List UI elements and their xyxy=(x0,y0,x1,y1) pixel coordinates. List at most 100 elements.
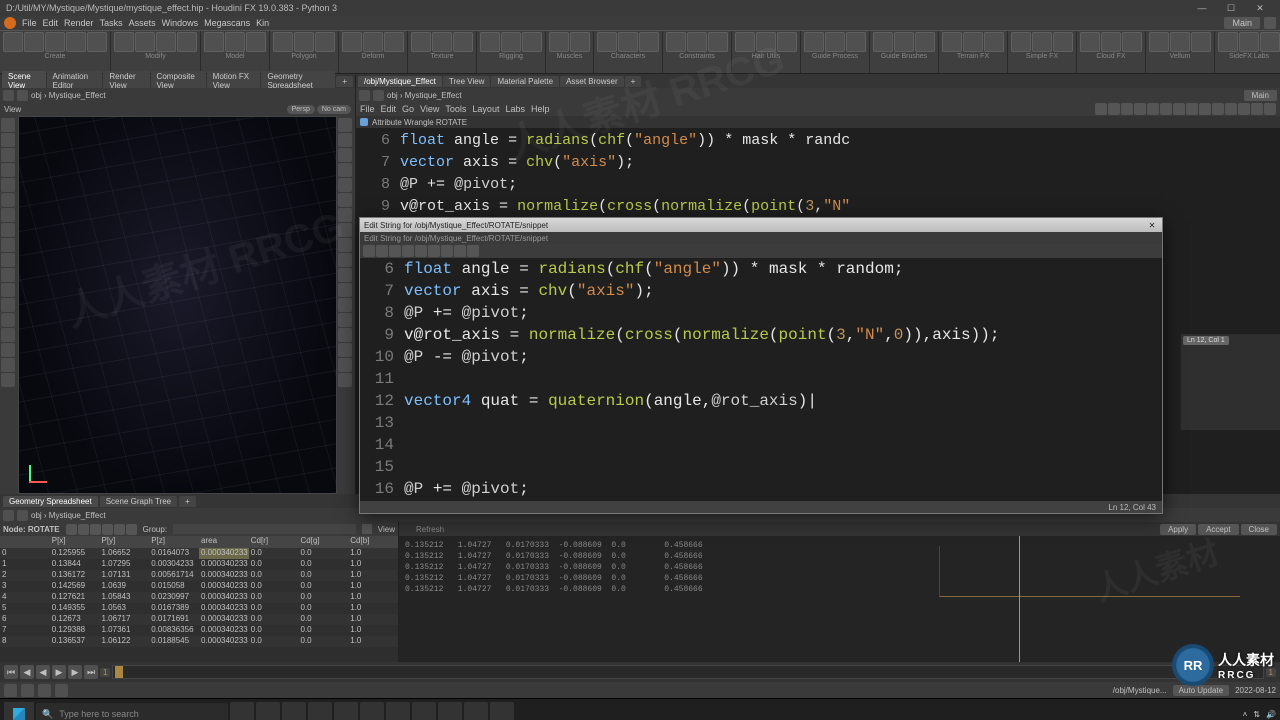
tool-icon[interactable] xyxy=(1,193,15,207)
play-fwd-icon[interactable]: ▶ xyxy=(52,665,66,679)
table-row[interactable]: 40.1276211.058430.02309970.0003402330.00… xyxy=(0,592,398,603)
tool-icon[interactable] xyxy=(338,208,352,222)
accept-button[interactable]: Accept xyxy=(1198,524,1238,535)
editor-tool-icon[interactable] xyxy=(363,245,375,257)
tool-icon[interactable] xyxy=(338,238,352,252)
tool-icon[interactable] xyxy=(338,253,352,267)
view-label[interactable]: View xyxy=(378,525,395,534)
tab--obj-mystique_effect[interactable]: /obj/Mystique_Effect xyxy=(358,76,442,87)
cell[interactable]: 0.000340233 xyxy=(199,636,249,647)
shelf-item-icon[interactable] xyxy=(1149,32,1169,52)
back-icon[interactable] xyxy=(3,90,14,101)
tab--[interactable]: + xyxy=(179,496,196,507)
tool-icon[interactable] xyxy=(1,133,15,147)
shelf-item-icon[interactable] xyxy=(45,32,65,52)
tray-sound-icon[interactable]: 🔊 xyxy=(1266,710,1276,719)
tool-icon[interactable] xyxy=(338,343,352,357)
cell[interactable]: 1.06652 xyxy=(100,548,150,559)
shelf-item-icon[interactable] xyxy=(1239,32,1259,52)
cell[interactable]: 0.000340233 xyxy=(199,548,249,559)
tool-icon[interactable] xyxy=(1,343,15,357)
code-line[interactable]: 16@P += @pivot; xyxy=(360,478,1162,500)
editor-tool-icon[interactable] xyxy=(467,245,479,257)
cell[interactable]: 0.00561714 xyxy=(149,570,199,581)
code-line[interactable]: 7vector axis = chv("axis"); xyxy=(360,280,1162,302)
tool-icon[interactable] xyxy=(338,163,352,177)
shelf-item-icon[interactable] xyxy=(315,32,335,52)
tool-icon[interactable] xyxy=(338,178,352,192)
cell[interactable]: 0.12673 xyxy=(50,614,100,625)
cell[interactable]: 0.142569 xyxy=(50,581,100,592)
timeline-marker-icon[interactable] xyxy=(115,666,123,678)
cell[interactable]: 2 xyxy=(0,570,50,581)
cell[interactable]: 1.0563 xyxy=(100,603,150,614)
fwd-icon[interactable] xyxy=(17,510,28,521)
cell[interactable]: 1.05843 xyxy=(100,592,150,603)
shelf-item-icon[interactable] xyxy=(1032,32,1052,52)
main-pill[interactable]: Main xyxy=(1244,90,1277,101)
cell[interactable]: 0.13844 xyxy=(50,559,100,570)
panel-tool-icon[interactable] xyxy=(1173,103,1185,115)
goto-end-icon[interactable]: ⏭ xyxy=(84,665,98,679)
cell[interactable]: 0.000340233 xyxy=(199,570,249,581)
col-header[interactable]: Cd[r] xyxy=(249,536,299,548)
menu-tasks[interactable]: Tasks xyxy=(100,18,123,28)
shelf-item-icon[interactable] xyxy=(1122,32,1142,52)
tab-material-palette[interactable]: Material Palette xyxy=(491,76,559,87)
close-icon[interactable]: ✕ xyxy=(1146,221,1158,230)
code-line[interactable]: 6float angle = radians(chf("angle")) * m… xyxy=(360,258,1162,280)
tool-icon[interactable] xyxy=(1,163,15,177)
panel-tool-icon[interactable] xyxy=(1134,103,1146,115)
tool-icon[interactable] xyxy=(338,268,352,282)
menu-edit[interactable]: Edit xyxy=(43,18,59,28)
table-row[interactable]: 00.1259551.066520.01640730.0003402330.00… xyxy=(0,548,398,559)
col-header[interactable]: P[y] xyxy=(100,536,150,548)
tab-asset-browser[interactable]: Asset Browser xyxy=(560,76,624,87)
col-header[interactable]: Cd[g] xyxy=(299,536,349,548)
cell[interactable]: 0.000340233 xyxy=(199,592,249,603)
panel-tool-icon[interactable] xyxy=(1108,103,1120,115)
step-back-icon[interactable]: ◀ xyxy=(20,665,34,679)
maximize-button[interactable]: ☐ xyxy=(1217,1,1245,15)
cell[interactable]: 0.0164073 xyxy=(149,548,199,559)
tool-icon[interactable] xyxy=(338,223,352,237)
tool-icon[interactable] xyxy=(338,328,352,342)
cell[interactable]: 0.136172 xyxy=(50,570,100,581)
cell[interactable]: 1.0 xyxy=(348,581,398,592)
shelf-item-icon[interactable] xyxy=(1101,32,1121,52)
shelf-item-icon[interactable] xyxy=(687,32,707,52)
code-line[interactable]: 6float angle = radians(chf("angle")) * m… xyxy=(356,130,1280,152)
tool-icon[interactable] xyxy=(338,283,352,297)
sheet-mode-icon[interactable] xyxy=(90,524,101,535)
shelf-item-icon[interactable] xyxy=(273,32,293,52)
editor-tool-icon[interactable] xyxy=(389,245,401,257)
code-line[interactable]: 15 xyxy=(360,456,1162,478)
cell[interactable]: 0.0 xyxy=(249,625,299,636)
sheet-mode-icon[interactable] xyxy=(78,524,89,535)
shelf-item-icon[interactable] xyxy=(225,32,245,52)
shelf-item-icon[interactable] xyxy=(114,32,134,52)
status-icon[interactable] xyxy=(55,684,68,697)
shelf-item-icon[interactable] xyxy=(873,32,893,52)
tool-icon[interactable] xyxy=(338,148,352,162)
cell[interactable]: 1.0 xyxy=(348,592,398,603)
taskbar-app-icon[interactable] xyxy=(490,702,514,720)
shelf-item-icon[interactable] xyxy=(246,32,266,52)
shelf-item-icon[interactable] xyxy=(942,32,962,52)
tool-icon[interactable] xyxy=(1,118,15,132)
tool-icon[interactable] xyxy=(1,238,15,252)
menu-render[interactable]: Render xyxy=(64,18,94,28)
cell[interactable]: 0.0 xyxy=(299,592,349,603)
popup-code-editor[interactable]: 6float angle = radians(chf("angle")) * m… xyxy=(360,258,1162,501)
cell[interactable]: 0.0 xyxy=(299,570,349,581)
cell[interactable]: 0.000340233 xyxy=(199,614,249,625)
cell[interactable]: 0.0 xyxy=(249,636,299,647)
tool-icon[interactable] xyxy=(338,373,352,387)
code-line[interactable]: 8@P += @pivot; xyxy=(360,302,1162,324)
cell[interactable]: 4 xyxy=(0,592,50,603)
cell[interactable]: 0.0 xyxy=(249,614,299,625)
menu-file[interactable]: File xyxy=(22,18,37,28)
code-line[interactable]: 8@P += @pivot; xyxy=(356,174,1280,196)
cell[interactable]: 1.06122 xyxy=(100,636,150,647)
cell[interactable]: 0.0 xyxy=(299,548,349,559)
